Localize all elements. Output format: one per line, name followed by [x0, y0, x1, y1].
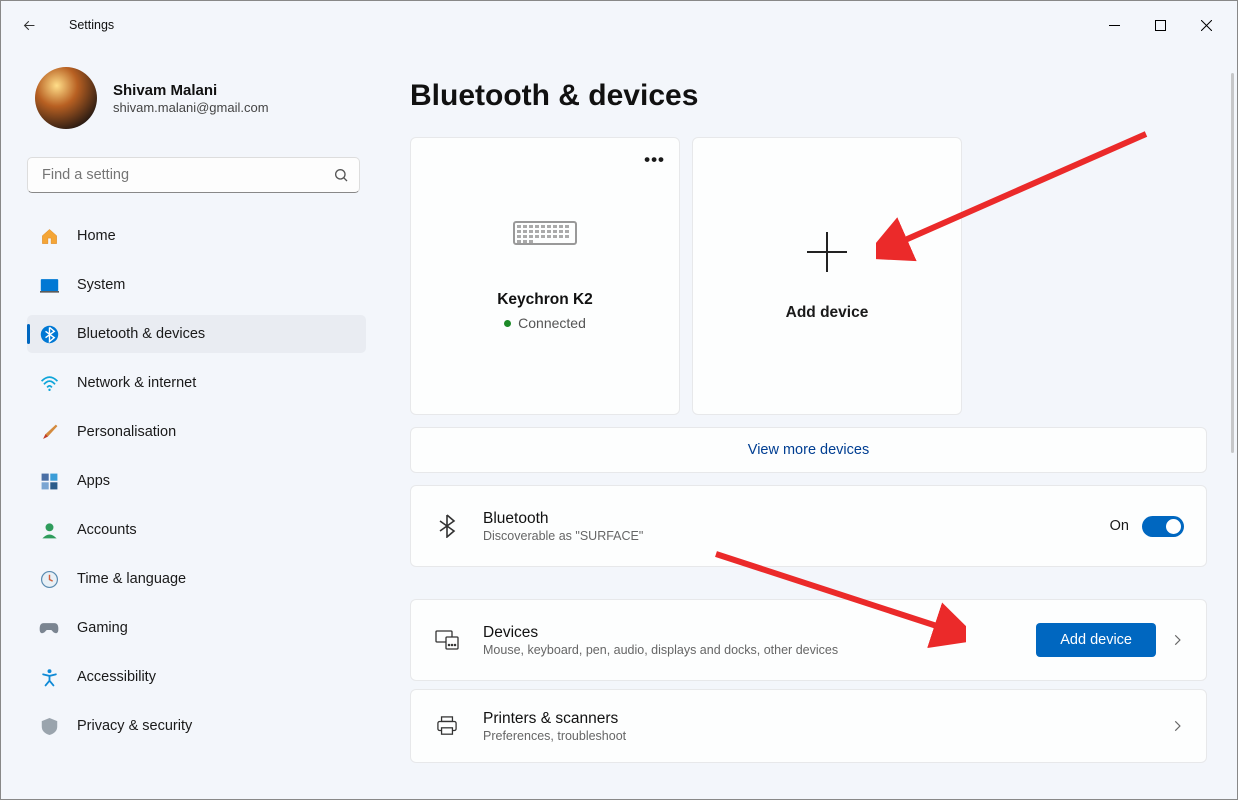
- nav-apps[interactable]: Apps: [27, 462, 366, 500]
- add-device-card[interactable]: Add device: [692, 137, 962, 415]
- minimize-button[interactable]: [1091, 9, 1137, 41]
- profile-block[interactable]: Shivam Malani shivam.malani@gmail.com: [27, 49, 366, 157]
- system-icon: [39, 275, 59, 295]
- app-title: Settings: [69, 18, 114, 32]
- nav-label: Apps: [77, 473, 110, 489]
- avatar: [35, 67, 97, 129]
- shield-icon: [39, 716, 59, 736]
- gamepad-icon: [39, 618, 59, 638]
- chevron-right-icon: [1170, 719, 1184, 733]
- nav-label: Network & internet: [77, 375, 196, 391]
- bluetooth-icon: [39, 324, 59, 344]
- keyboard-icon: [513, 221, 577, 245]
- nav-label: Personalisation: [77, 424, 176, 440]
- nav-system[interactable]: System: [27, 266, 366, 304]
- add-device-button[interactable]: Add device: [1036, 623, 1156, 657]
- accessibility-icon: [39, 667, 59, 687]
- bluetooth-toggle[interactable]: [1142, 516, 1184, 537]
- close-button[interactable]: [1183, 9, 1229, 41]
- nav-bluetooth[interactable]: Bluetooth & devices: [27, 315, 366, 353]
- devices-row-title: Devices: [483, 624, 1036, 642]
- chevron-right-icon: [1170, 633, 1184, 647]
- search-box[interactable]: [27, 157, 360, 193]
- status-dot-icon: [504, 320, 511, 327]
- nav-list: Home System Bluetooth & devices Network …: [27, 217, 366, 745]
- nav-label: Home: [77, 228, 116, 244]
- device-card-keyboard[interactable]: ••• Keychron K2 Connected: [410, 137, 680, 415]
- profile-email: shivam.malani@gmail.com: [113, 100, 269, 115]
- add-device-label: Add device: [786, 304, 869, 322]
- nav-network[interactable]: Network & internet: [27, 364, 366, 402]
- search-icon: [333, 167, 349, 183]
- close-icon: [1201, 20, 1212, 31]
- nav-label: System: [77, 277, 125, 293]
- back-button[interactable]: [9, 5, 49, 45]
- nav-personalisation[interactable]: Personalisation: [27, 413, 366, 451]
- nav-label: Time & language: [77, 571, 186, 587]
- nav-label: Accounts: [77, 522, 137, 538]
- toggle-state-label: On: [1110, 518, 1129, 534]
- brush-icon: [39, 422, 59, 442]
- device-status: Connected: [518, 315, 586, 331]
- bluetooth-row-title: Bluetooth: [483, 510, 1110, 528]
- printers-row[interactable]: Printers & scanners Preferences, trouble…: [410, 689, 1207, 763]
- nav-gaming[interactable]: Gaming: [27, 609, 366, 647]
- person-icon: [39, 520, 59, 540]
- nav-accessibility[interactable]: Accessibility: [27, 658, 366, 696]
- bluetooth-row-icon: [433, 514, 461, 538]
- nav-label: Bluetooth & devices: [77, 326, 205, 342]
- printers-row-title: Printers & scanners: [483, 710, 1170, 728]
- device-grid: ••• Keychron K2 Connected Add device: [410, 137, 1207, 415]
- sidebar: Shivam Malani shivam.malani@gmail.com Ho…: [1, 49, 376, 799]
- nav-time[interactable]: Time & language: [27, 560, 366, 598]
- devices-row-icon: [433, 630, 461, 650]
- printer-icon: [433, 716, 461, 736]
- scrollbar[interactable]: [1231, 73, 1234, 453]
- view-more-label: View more devices: [748, 442, 869, 458]
- nav-label: Gaming: [77, 620, 128, 636]
- maximize-button[interactable]: [1137, 9, 1183, 41]
- apps-icon: [39, 471, 59, 491]
- nav-label: Accessibility: [77, 669, 156, 685]
- search-input[interactable]: [42, 167, 333, 183]
- main-content: Bluetooth & devices ••• Keychron K2 Conn…: [376, 49, 1237, 799]
- profile-name: Shivam Malani: [113, 82, 269, 99]
- page-title: Bluetooth & devices: [410, 79, 1207, 113]
- arrow-left-icon: [21, 17, 38, 34]
- more-button[interactable]: •••: [644, 150, 665, 170]
- view-more-devices-link[interactable]: View more devices: [410, 427, 1207, 473]
- home-icon: [39, 226, 59, 246]
- clock-icon: [39, 569, 59, 589]
- printers-row-subtitle: Preferences, troubleshoot: [483, 729, 1170, 743]
- minimize-icon: [1109, 20, 1120, 31]
- bluetooth-toggle-row: Bluetooth Discoverable as "SURFACE" On: [410, 485, 1207, 567]
- bluetooth-row-subtitle: Discoverable as "SURFACE": [483, 529, 1110, 543]
- titlebar: Settings: [1, 1, 1237, 49]
- window-controls: [1091, 9, 1229, 41]
- nav-home[interactable]: Home: [27, 217, 366, 255]
- nav-label: Privacy & security: [77, 718, 192, 734]
- devices-row[interactable]: Devices Mouse, keyboard, pen, audio, dis…: [410, 599, 1207, 681]
- maximize-icon: [1155, 20, 1166, 31]
- plus-icon: [805, 230, 849, 274]
- nav-privacy[interactable]: Privacy & security: [27, 707, 366, 745]
- nav-accounts[interactable]: Accounts: [27, 511, 366, 549]
- wifi-icon: [39, 373, 59, 393]
- devices-row-subtitle: Mouse, keyboard, pen, audio, displays an…: [483, 643, 1036, 657]
- device-name: Keychron K2: [497, 291, 593, 309]
